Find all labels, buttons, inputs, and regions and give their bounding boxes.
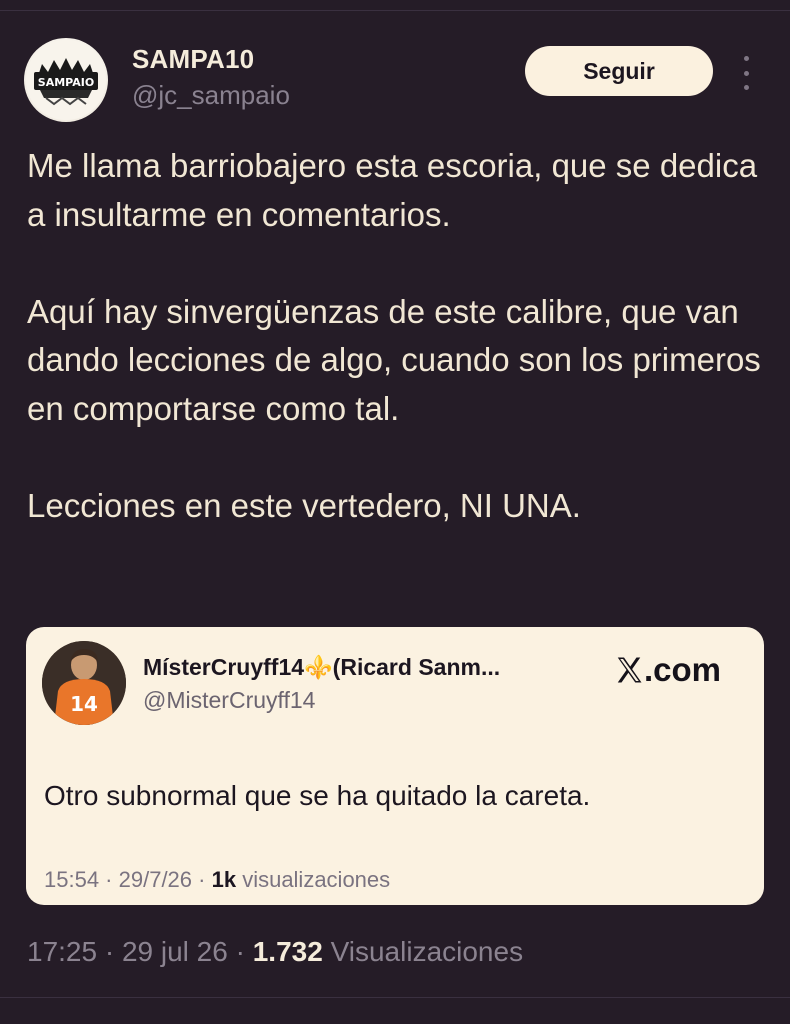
- quoted-tweet-text: Otro subnormal que se ha quitado la care…: [44, 780, 591, 811]
- jersey-number: 14: [70, 692, 98, 716]
- tweet-date[interactable]: 29 jul 26: [122, 936, 228, 967]
- separator: ·: [192, 867, 212, 892]
- tweet-text: Me llama barriobajero esta escoria, que …: [27, 142, 777, 530]
- quoted-date: 29/7/26: [118, 867, 193, 892]
- author-name[interactable]: SAMPA10: [132, 44, 254, 75]
- sampaio-logo-icon: SAMPAIO: [26, 40, 106, 120]
- quoted-views-count: 1k: [211, 867, 237, 892]
- quoted-time: 15:54: [44, 867, 100, 892]
- separator: ·: [227, 936, 253, 967]
- quoted-tweet-meta: 15:54 · 29/7/26 · 1k visualizaciones: [44, 867, 390, 893]
- separator: ·: [99, 867, 119, 892]
- tweet-paragraph: Lecciones en este vertedero, NI UNA.: [27, 486, 581, 524]
- player-photo-icon: 14: [42, 641, 126, 725]
- more-dot: [743, 85, 749, 90]
- author-handle[interactable]: @jc_sampaio: [132, 80, 290, 111]
- quoted-author-handle[interactable]: @MisterCruyff14: [143, 687, 315, 714]
- x-logo-icon: [617, 657, 642, 683]
- more-dot: [743, 56, 749, 61]
- x-com-label: .com: [644, 651, 722, 688]
- follow-button[interactable]: Seguir: [525, 46, 713, 96]
- separator: ·: [97, 936, 122, 967]
- views-label: Visualizaciones: [322, 936, 524, 967]
- more-options-icon[interactable]: [736, 56, 756, 90]
- quoted-author-name[interactable]: MísterCruyff14⚜️(Ricard Sanm...: [143, 654, 500, 681]
- quoted-tweet-card[interactable]: 14 MísterCruyff14⚜️(Ricard Sanm... @Mist…: [26, 627, 764, 905]
- quoted-views-label: visualizaciones: [236, 867, 391, 892]
- quoted-author-avatar[interactable]: 14: [42, 641, 126, 725]
- views-count: 1.732: [252, 936, 323, 967]
- tweet-meta: 17:25 · 29 jul 26 · 1.732 Visualizacione…: [27, 936, 523, 968]
- tweet-paragraph: Me llama barriobajero esta escoria, que …: [27, 147, 758, 233]
- tweet-time[interactable]: 17:25: [27, 936, 97, 967]
- x-com-source[interactable]: .com: [614, 651, 721, 689]
- top-divider: [0, 10, 790, 11]
- logo-text: SAMPAIO: [38, 76, 94, 89]
- author-avatar[interactable]: SAMPAIO: [24, 38, 108, 122]
- bottom-divider: [0, 997, 790, 998]
- more-dot: [743, 70, 749, 76]
- tweet-paragraph: Aquí hay sinvergüenzas de este calibre, …: [27, 292, 761, 427]
